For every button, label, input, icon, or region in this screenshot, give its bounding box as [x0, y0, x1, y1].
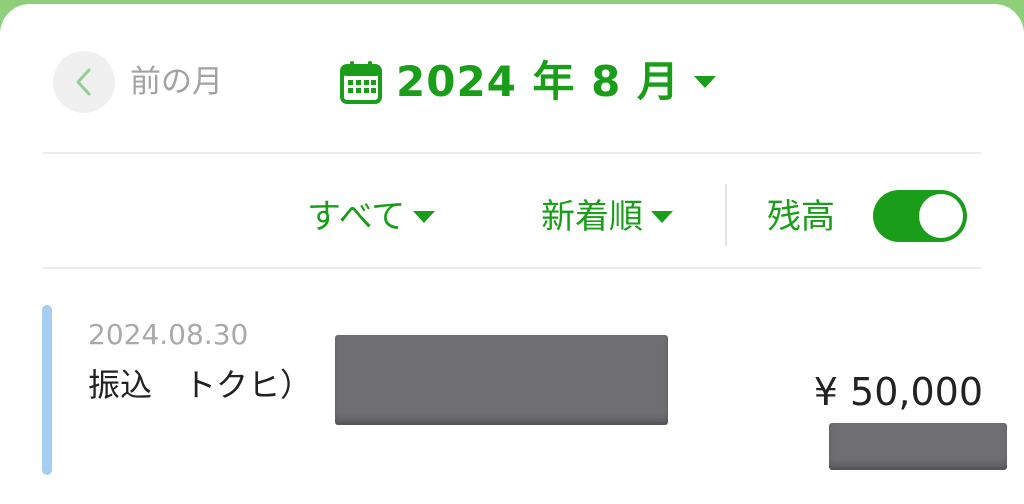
category-filter-dropdown[interactable]: すべて: [307, 194, 436, 240]
caret-down-icon: [413, 211, 436, 223]
toggle-knob: [919, 194, 963, 238]
prev-month-button[interactable]: [53, 51, 115, 113]
filter-divider: [43, 267, 981, 269]
caret-down-icon: [651, 211, 673, 223]
balance-toggle[interactable]: [873, 190, 967, 242]
caret-down-icon: [694, 76, 716, 88]
sort-order-label: 新着順: [541, 197, 643, 237]
category-filter-label: すべて: [307, 197, 406, 237]
header-divider: [43, 152, 981, 154]
row-marker: [42, 305, 52, 475]
transaction-sheet: 前の月 2024 年 8 月 すべて 新着順 残高 2024.08.30 振込 …: [0, 4, 1024, 504]
month-selector[interactable]: 2024 年 8 月: [340, 54, 716, 110]
transaction-date: 2024.08.30: [88, 318, 249, 351]
redaction-block: [335, 335, 668, 422]
transaction-description: 振込 トクヒ）: [88, 366, 313, 404]
prev-month-label[interactable]: 前の月: [130, 62, 223, 102]
chevron-left-icon: [76, 68, 91, 96]
balance-label: 残高: [767, 197, 835, 237]
sort-order-dropdown[interactable]: 新着順: [541, 194, 673, 240]
transaction-amount: ¥ 50,000: [813, 370, 983, 414]
filter-separator: [725, 184, 727, 246]
current-month-label: 2024 年 8 月: [396, 57, 680, 106]
redaction-block: [829, 423, 1007, 467]
calendar-icon: [340, 61, 382, 104]
